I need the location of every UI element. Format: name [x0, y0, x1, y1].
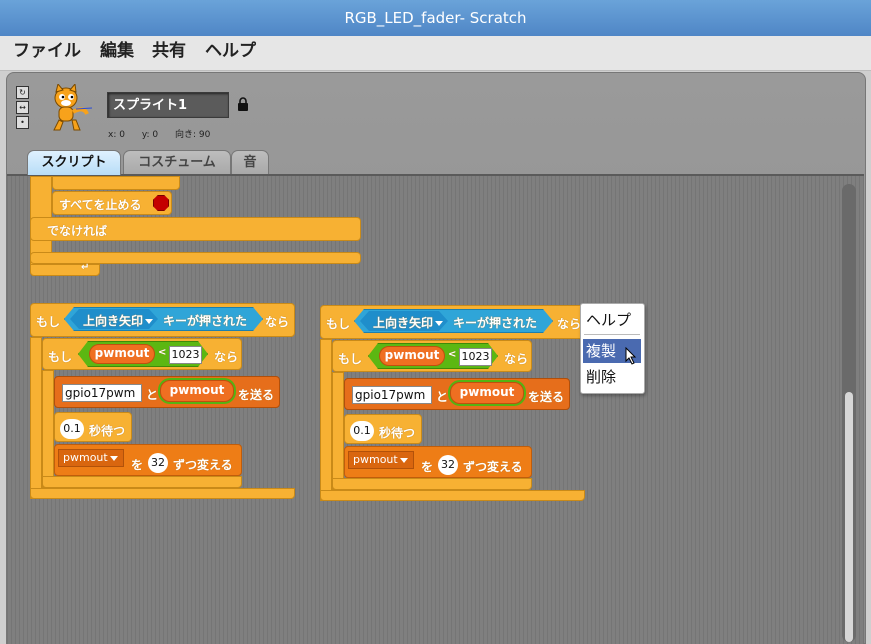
- limit-input[interactable]: 1023: [459, 348, 492, 366]
- y-coordinate: y: 0: [141, 130, 159, 140]
- sprite-coordinates: x: 0 y: 0 向き: 90: [108, 127, 224, 140]
- change-value-input[interactable]: 32: [148, 453, 168, 473]
- else-bottom-bar: [30, 252, 361, 264]
- rotation-style-buttons: ↻ ↔ •: [16, 86, 29, 131]
- menu-edit[interactable]: 編集: [100, 36, 134, 61]
- change-suffix-label: ずつ変える: [173, 458, 233, 472]
- vertical-scrollbar-thumb[interactable]: [845, 392, 853, 642]
- else-bar: でなければ: [30, 217, 361, 241]
- x-coordinate: x: 0: [108, 130, 125, 140]
- sprite-name-field[interactable]: スプライト1: [107, 92, 229, 118]
- loop-arrow-icon: ↵: [81, 262, 90, 273]
- bus-input[interactable]: gpio17pwm: [352, 386, 432, 404]
- bus-input[interactable]: gpio17pwm: [62, 384, 142, 402]
- flip-left-right-icon[interactable]: ↔: [16, 101, 29, 114]
- lock-icon[interactable]: [237, 97, 249, 111]
- then-label: なら: [557, 317, 582, 331]
- context-menu-divider: [584, 334, 640, 335]
- wait-seconds-input[interactable]: 0.1: [60, 419, 84, 439]
- if-label: もし: [326, 317, 351, 331]
- key-pressed-label: キーが押された: [163, 314, 248, 328]
- variable-dropdown[interactable]: pwmout: [58, 449, 124, 467]
- if-foot: [320, 490, 585, 501]
- stop-sign-icon: [153, 195, 169, 211]
- else-label: でなければ: [47, 224, 108, 238]
- limit-input[interactable]: 1023: [169, 346, 202, 364]
- stop-all-block[interactable]: すべてを止める: [52, 191, 172, 215]
- inner-then-label: なら: [214, 350, 239, 364]
- change-value-input[interactable]: 32: [438, 455, 458, 475]
- send-label: を送る: [238, 388, 275, 402]
- mouse-cursor-icon: [625, 347, 637, 365]
- lt-symbol: <: [448, 349, 457, 360]
- inner-if-foot: [332, 478, 532, 490]
- direction-readout: 向き: 90: [175, 130, 211, 140]
- variable-dropdown[interactable]: pwmout: [348, 451, 414, 469]
- tab-sounds[interactable]: 音: [231, 150, 269, 175]
- send-label: を送る: [528, 390, 565, 404]
- if-c-arm: [30, 337, 42, 499]
- inner-if-c-arm: [332, 372, 344, 490]
- rotate-all-icon[interactable]: ↻: [16, 86, 29, 99]
- dropdown-arrow-icon: [109, 455, 118, 461]
- dropdown-arrow-icon: [399, 457, 408, 463]
- window-title: RGB_LED_fader- Scratch: [0, 0, 871, 36]
- pwmout-reporter[interactable]: pwmout: [160, 380, 234, 402]
- menu-share[interactable]: 共有: [152, 36, 186, 61]
- inner-if-label: もし: [48, 350, 73, 364]
- dropdown-arrow-icon: [145, 319, 154, 324]
- and-label: と: [436, 390, 449, 404]
- inner-if-foot: [42, 476, 242, 488]
- menu-help[interactable]: ヘルプ: [205, 36, 256, 61]
- key-dropdown-value: 上向き矢印: [83, 312, 154, 329]
- dropdown-arrow-icon: [435, 321, 444, 326]
- if-c-arm: [320, 339, 332, 501]
- wait-label: 秒待つ: [379, 426, 416, 440]
- change-by-label: を: [421, 460, 434, 474]
- context-menu-help[interactable]: ヘルプ: [583, 308, 641, 332]
- if-else-foot: ↵: [30, 262, 100, 276]
- if-label: もし: [36, 315, 61, 329]
- key-dropdown-value: 上向き矢印: [373, 314, 444, 331]
- lt-symbol: <: [158, 347, 167, 358]
- tab-scripts[interactable]: スクリプト: [27, 150, 121, 175]
- then-label: なら: [265, 315, 290, 329]
- wait-seconds-input[interactable]: 0.1: [350, 421, 374, 441]
- pwmout-reporter[interactable]: pwmout: [450, 382, 524, 404]
- tab-costumes[interactable]: コスチューム: [123, 150, 231, 175]
- change-suffix-label: ずつ変える: [463, 460, 523, 474]
- sprite-thumbnail-cat-icon[interactable]: [42, 84, 98, 134]
- wait-label: 秒待つ: [89, 424, 126, 438]
- inner-if-c-arm: [42, 370, 54, 488]
- change-by-label: を: [131, 458, 144, 472]
- context-menu-delete[interactable]: 削除: [583, 365, 641, 389]
- key-pressed-label: キーが押された: [453, 316, 538, 330]
- stop-all-label: すべてを止める: [59, 198, 142, 212]
- menu-bar: ファイル 編集 共有 ヘルプ: [0, 36, 871, 71]
- inner-if-label: もし: [338, 352, 363, 366]
- block-partial-top: [52, 176, 180, 190]
- dont-rotate-icon[interactable]: •: [16, 116, 29, 129]
- if-foot: [30, 488, 295, 499]
- inner-then-label: なら: [504, 352, 529, 366]
- menu-file[interactable]: ファイル: [13, 36, 81, 61]
- and-label: と: [146, 388, 159, 402]
- pwmout-reporter[interactable]: pwmout: [89, 344, 155, 364]
- pwmout-reporter[interactable]: pwmout: [379, 346, 445, 366]
